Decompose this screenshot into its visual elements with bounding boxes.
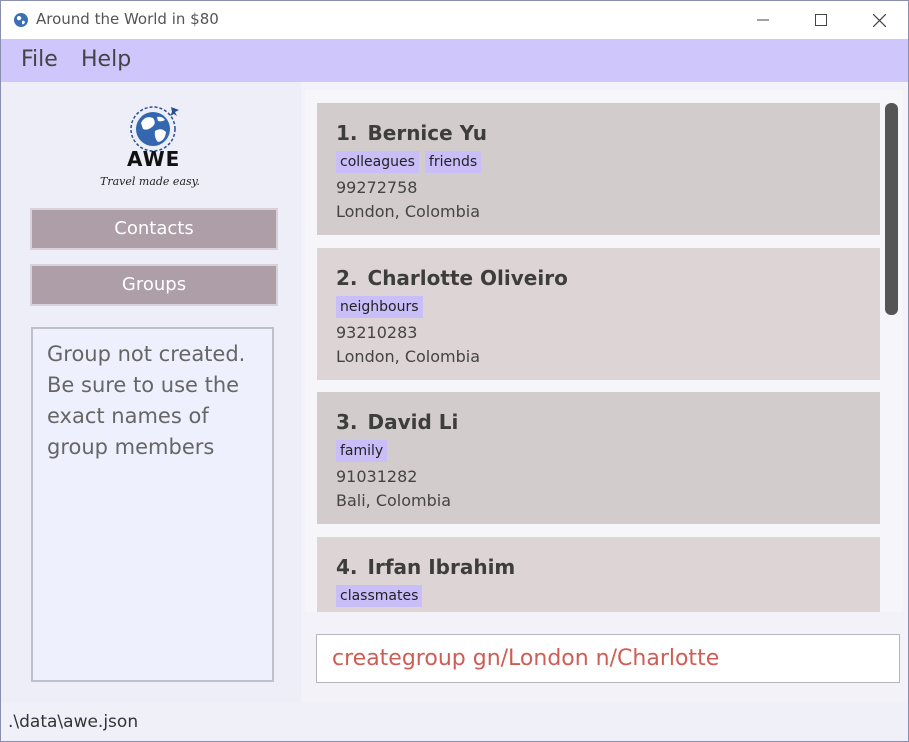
- contact-name: David Li: [367, 410, 459, 434]
- tag: friends: [424, 151, 482, 173]
- command-input[interactable]: creategroup gn/London n/Charlotte: [316, 634, 900, 683]
- tag-list: classmates: [336, 585, 880, 609]
- result-message: Group not created. Be sure to use the ex…: [47, 342, 246, 459]
- contact-name: Bernice Yu: [367, 121, 487, 145]
- menu-help[interactable]: Help: [81, 47, 131, 72]
- close-icon: [872, 13, 886, 27]
- contact-card[interactable]: 2. Charlotte Oliveiro neighbours 93210283…: [317, 248, 880, 380]
- awe-logo: AWE Travel made easy.: [97, 101, 212, 191]
- tag-list: neighbours: [336, 296, 880, 320]
- contact-phone: 93210283: [336, 323, 418, 342]
- status-bar: .\data\awe.json: [1, 702, 908, 741]
- contact-card[interactable]: 1. Bernice Yu colleagues friends 99272758…: [317, 103, 880, 235]
- list-scrollbar[interactable]: [885, 103, 898, 315]
- app-window: Around the World in $80 File Help AWE Tr…: [0, 0, 909, 742]
- tag-list: family: [336, 440, 880, 464]
- tag: neighbours: [336, 296, 423, 318]
- minimize-icon: [757, 19, 769, 21]
- contacts-button[interactable]: Contacts: [30, 208, 278, 250]
- window-title: Around the World in $80: [36, 10, 219, 28]
- contact-index: 4.: [336, 555, 358, 579]
- contact-location: Bali, Colombia: [336, 491, 452, 510]
- logo-brand: AWE: [127, 147, 181, 171]
- tag-list: colleagues friends: [336, 151, 880, 175]
- close-button[interactable]: [850, 1, 908, 39]
- contact-index: 1.: [336, 121, 358, 145]
- contact-card[interactable]: 3. David Li family 91031282 Bali, Colombi…: [317, 392, 880, 524]
- contact-name-row: 4. Irfan Ibrahim: [336, 555, 880, 583]
- contact-name: Irfan Ibrahim: [367, 555, 516, 579]
- menu-file[interactable]: File: [21, 47, 58, 72]
- tag: colleagues: [336, 151, 419, 173]
- contact-phone: 91031282: [336, 467, 418, 486]
- contact-name-row: 1. Bernice Yu: [336, 121, 880, 149]
- logo-tagline: Travel made easy.: [100, 175, 200, 188]
- contact-name-row: 3. David Li: [336, 410, 880, 438]
- title-bar: Around the World in $80: [1, 1, 908, 39]
- globe-icon: [14, 13, 28, 27]
- tag: family: [336, 440, 388, 462]
- contact-name-row: 2. Charlotte Oliveiro: [336, 266, 880, 294]
- contact-index: 2.: [336, 266, 358, 290]
- result-display: Group not created. Be sure to use the ex…: [31, 327, 274, 682]
- contact-card[interactable]: 4. Irfan Ibrahim classmates: [317, 537, 880, 612]
- contact-phone: 99272758: [336, 178, 418, 197]
- maximize-icon: [815, 14, 827, 26]
- menu-bar: File Help: [1, 39, 908, 82]
- tag: classmates: [336, 585, 423, 607]
- contact-list[interactable]: 1. Bernice Yu colleagues friends 99272758…: [305, 90, 903, 612]
- minimize-button[interactable]: [734, 1, 792, 39]
- contact-index: 3.: [336, 410, 358, 434]
- groups-button[interactable]: Groups: [30, 264, 278, 306]
- maximize-button[interactable]: [792, 1, 850, 39]
- contact-location: London, Colombia: [336, 347, 481, 366]
- status-file-path: .\data\awe.json: [8, 712, 139, 732]
- contact-name: Charlotte Oliveiro: [367, 266, 568, 290]
- contact-location: London, Colombia: [336, 202, 481, 221]
